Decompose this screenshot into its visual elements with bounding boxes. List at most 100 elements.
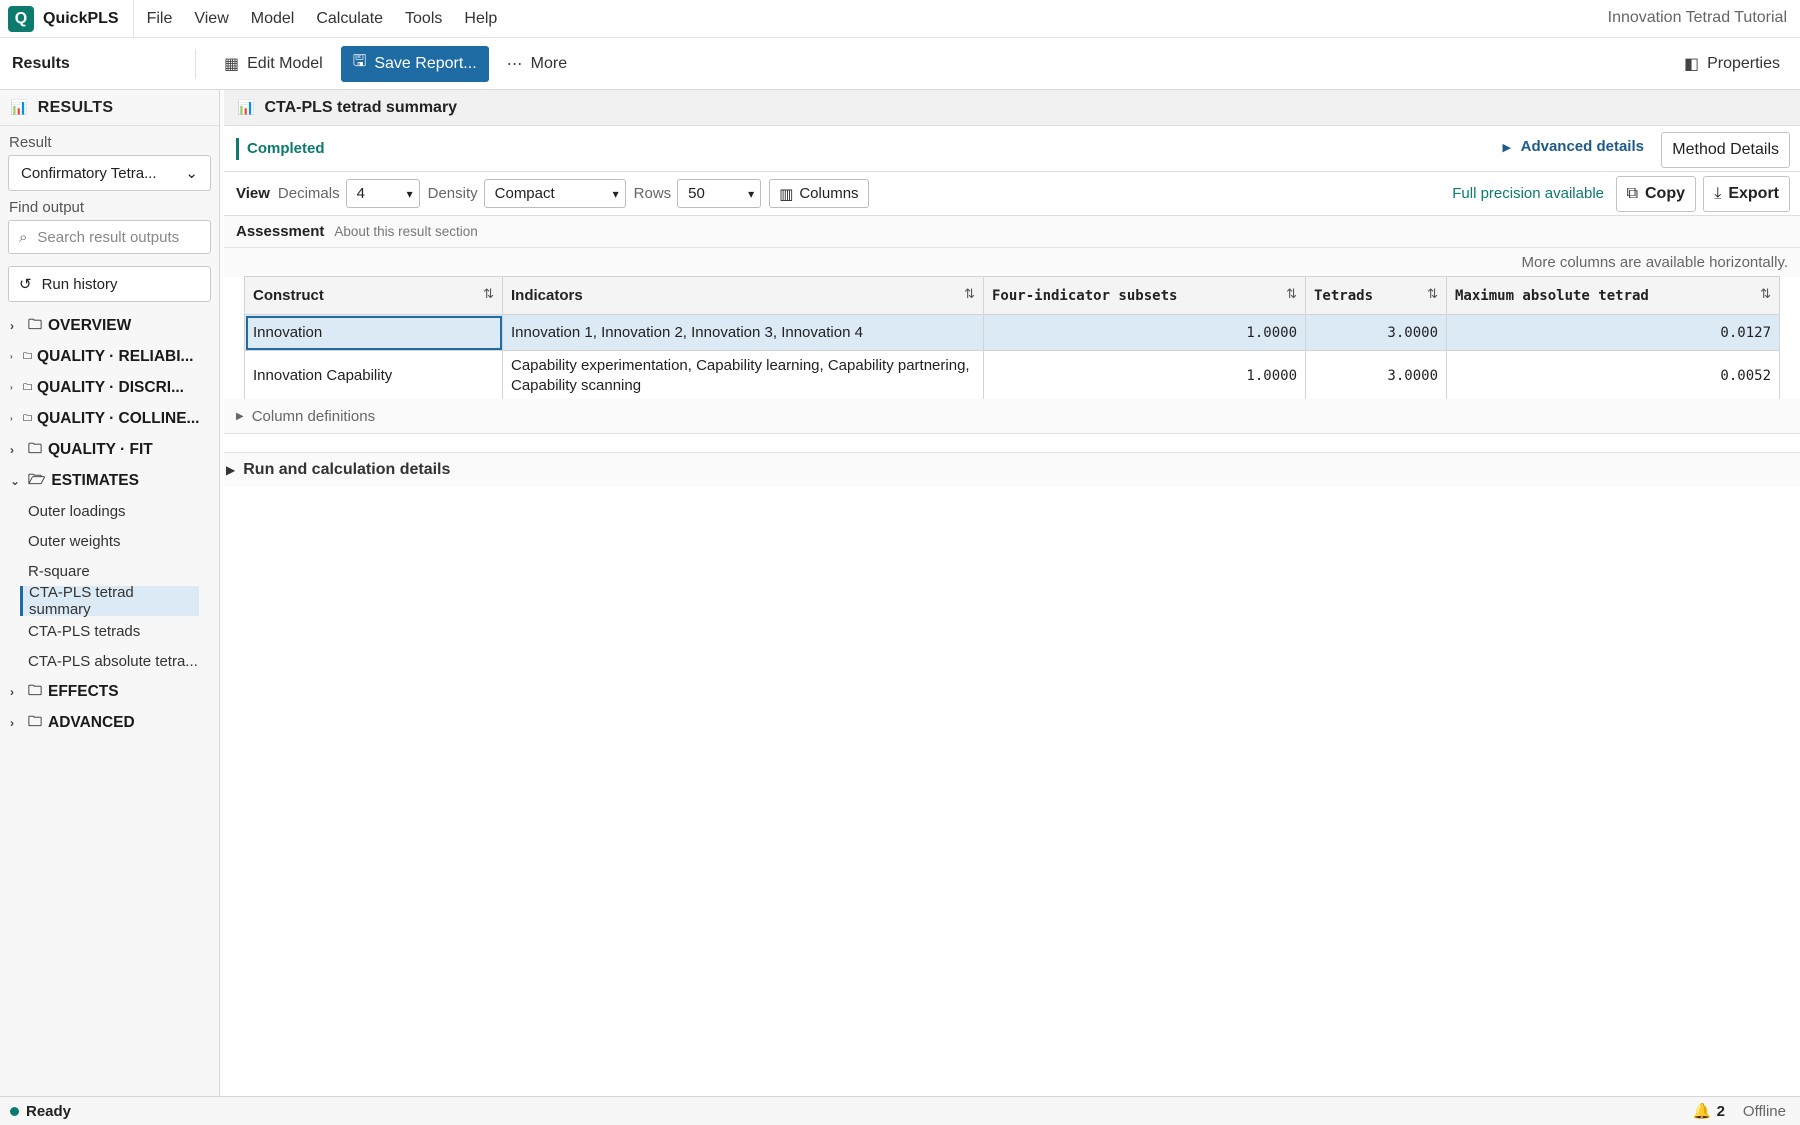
tree-item-outer-weights[interactable]: Outer weights bbox=[0, 526, 199, 556]
bell-icon[interactable]: 🔔 bbox=[1693, 1102, 1712, 1120]
chevron-down-icon: ▾ bbox=[748, 186, 755, 201]
chevron-down-icon: ⌄ bbox=[10, 473, 21, 488]
bar-chart-icon: 📊 bbox=[10, 99, 28, 115]
tree-group-quality-collinearity[interactable]: › 🗀 QUALITY · COLLINE... bbox=[0, 403, 219, 434]
column-header-indicators[interactable]: Indicators ⇅ bbox=[502, 276, 984, 315]
sidebar-heading: RESULTS bbox=[37, 98, 114, 116]
table-cell[interactable]: 0.0127 bbox=[1446, 314, 1780, 351]
more-button[interactable]: ⋯ More bbox=[495, 46, 579, 82]
run-calc-details-toggle[interactable]: ▶ Run and calculation details bbox=[224, 452, 1800, 486]
search-placeholder: Search result outputs bbox=[37, 228, 180, 246]
chevron-right-icon: › bbox=[10, 383, 13, 392]
tree-group-advanced[interactable]: › 🗀 ADVANCED bbox=[0, 707, 219, 738]
menubar: Q QuickPLS File View Model Calculate Too… bbox=[0, 0, 1800, 38]
density-value: Compact bbox=[494, 185, 555, 202]
export-button[interactable]: ⤓ Export bbox=[1703, 176, 1790, 212]
column-header-tetrads[interactable]: Tetrads ⇅ bbox=[1305, 276, 1447, 315]
result-title: CTA-PLS tetrad summary bbox=[264, 98, 458, 116]
notification-count[interactable]: 2 bbox=[1717, 1103, 1725, 1120]
tree-group-quality-reliability[interactable]: › 🗀 QUALITY · RELIABI... bbox=[0, 341, 219, 372]
connection-status: Offline bbox=[1742, 1102, 1786, 1120]
menu-model[interactable]: Model bbox=[240, 10, 306, 28]
copy-icon: ⧉ bbox=[1626, 185, 1638, 202]
decimals-value: 4 bbox=[356, 185, 365, 202]
tree-item-cta-pls-tetrad-summary[interactable]: CTA-PLS tetrad summary bbox=[20, 584, 199, 618]
chevron-down-icon: ▾ bbox=[612, 186, 619, 201]
tree-group-label: QUALITY · RELIABI... bbox=[37, 347, 194, 365]
menu-file[interactable]: File bbox=[136, 10, 184, 28]
assessment-title: Assessment bbox=[236, 223, 325, 240]
view-label: View bbox=[236, 185, 270, 202]
menu-help[interactable]: Help bbox=[453, 10, 508, 28]
table-cell[interactable]: Innovation bbox=[244, 314, 503, 351]
sidebar: 📊 RESULTS Result Confirmatory Tetra... ⌄… bbox=[0, 90, 220, 1096]
tree-item-cta-pls-absolute-tetrads[interactable]: CTA-PLS absolute tetra... bbox=[0, 646, 199, 676]
tree-item-r-square[interactable]: R-square bbox=[0, 556, 199, 586]
menu-view[interactable]: View bbox=[183, 10, 239, 28]
tree-group-quality-discriminant[interactable]: › 🗀 QUALITY · DISCRI... bbox=[0, 372, 219, 403]
chevron-down-icon: ▾ bbox=[406, 186, 413, 201]
table-row[interactable]: Innovation Innovation 1, Innovation 2, I… bbox=[244, 314, 1780, 351]
tree-item-outer-loadings[interactable]: Outer loadings bbox=[0, 496, 199, 526]
menu-tools[interactable]: Tools bbox=[394, 10, 453, 28]
tree-group-estimates[interactable]: ⌄ 🗁 ESTIMATES bbox=[0, 465, 219, 496]
column-definitions-toggle[interactable]: ▶ Column definitions bbox=[224, 399, 1800, 434]
table-cell[interactable]: 3.0000 bbox=[1305, 350, 1447, 401]
view-controls: View Decimals 4 ▾ Density Compact ▾ Rows… bbox=[224, 172, 1800, 216]
decimals-select[interactable]: 4 ▾ bbox=[345, 179, 420, 208]
density-select[interactable]: Compact ▾ bbox=[483, 179, 626, 208]
folder-icon: 🗀 bbox=[23, 412, 33, 423]
bar-chart-icon: 📊 bbox=[237, 99, 255, 115]
table-cell[interactable]: 1.0000 bbox=[983, 314, 1306, 351]
table-cell[interactable]: 1.0000 bbox=[983, 350, 1306, 401]
search-icon: ⌕ bbox=[19, 228, 28, 246]
columns-button[interactable]: ▥ Columns bbox=[769, 179, 869, 208]
results-tree: › 🗀 OVERVIEW › 🗀 QUALITY · RELIABI... › … bbox=[0, 310, 219, 738]
column-header-label: Indicators bbox=[511, 287, 583, 304]
chevron-right-icon: › bbox=[10, 684, 14, 699]
tree-item-cta-pls-tetrads[interactable]: CTA-PLS tetrads bbox=[0, 616, 199, 646]
tree-group-overview[interactable]: › 🗀 OVERVIEW bbox=[0, 310, 219, 341]
table-cell[interactable]: Innovation Capability bbox=[244, 350, 503, 401]
more-columns-note: More columns are available horizontally. bbox=[224, 248, 1800, 277]
table-cell[interactable]: Capability experimentation, Capability l… bbox=[502, 350, 984, 401]
copy-label: Copy bbox=[1645, 185, 1685, 202]
rows-label: Rows bbox=[633, 185, 672, 202]
density-label: Density bbox=[427, 185, 478, 202]
method-details-button[interactable]: Method Details bbox=[1661, 132, 1790, 168]
folder-icon: 🗀 bbox=[28, 681, 42, 698]
advanced-details-toggle[interactable]: ▶ Advanced details bbox=[1503, 138, 1644, 155]
table-cell[interactable]: 3.0000 bbox=[1305, 314, 1447, 351]
ellipsis-icon: ⋯ bbox=[506, 55, 523, 73]
table-row[interactable]: Innovation Capability Capability experim… bbox=[244, 350, 1780, 401]
column-header-label: Maximum absolute tetrad bbox=[1455, 287, 1649, 304]
column-header-construct[interactable]: Construct ⇅ bbox=[244, 276, 503, 315]
more-label: More bbox=[530, 54, 568, 72]
column-header-max-abs-tetrad[interactable]: Maximum absolute tetrad ⇅ bbox=[1446, 276, 1780, 315]
results-table: Construct ⇅ Indicators ⇅ Four-indicator su… bbox=[244, 276, 1780, 401]
tree-group-label: QUALITY · DISCRI... bbox=[37, 378, 184, 396]
column-definitions-label: Column definitions bbox=[251, 407, 376, 425]
search-input[interactable]: ⌕ Search result outputs bbox=[8, 220, 211, 254]
panel-icon: ◧ bbox=[1683, 55, 1700, 73]
run-calc-details-label: Run and calculation details bbox=[243, 460, 451, 478]
edit-model-button[interactable]: ▦ Edit Model bbox=[212, 46, 335, 82]
table-cell[interactable]: 0.0052 bbox=[1446, 350, 1780, 401]
tree-group-quality-fit[interactable]: › 🗀 QUALITY · FIT bbox=[0, 434, 219, 465]
save-report-button[interactable]: 🖫 Save Report... bbox=[340, 45, 489, 82]
menu-calculate[interactable]: Calculate bbox=[305, 10, 394, 28]
copy-button[interactable]: ⧉ Copy bbox=[1615, 176, 1696, 212]
column-header-four-indicator-subsets[interactable]: Four-indicator subsets ⇅ bbox=[983, 276, 1306, 315]
ready-status: Ready bbox=[26, 1102, 72, 1120]
assessment-subtitle[interactable]: About this result section bbox=[334, 224, 477, 239]
run-history-button[interactable]: ↺ Run history bbox=[8, 266, 211, 302]
tree-group-effects[interactable]: › 🗀 EFFECTS bbox=[0, 676, 219, 707]
save-report-label: Save Report... bbox=[374, 54, 477, 72]
properties-button[interactable]: ◧ Properties bbox=[1672, 46, 1792, 82]
sort-icon: ⇅ bbox=[964, 287, 975, 302]
result-select[interactable]: Confirmatory Tetra... ⌄ bbox=[8, 155, 211, 191]
table-cell[interactable]: Innovation 1, Innovation 2, Innovation 3… bbox=[502, 314, 984, 351]
sort-icon: ⇅ bbox=[1427, 287, 1438, 302]
rows-select[interactable]: 50 ▾ bbox=[677, 179, 762, 208]
column-header-label: Four-indicator subsets bbox=[992, 287, 1178, 304]
